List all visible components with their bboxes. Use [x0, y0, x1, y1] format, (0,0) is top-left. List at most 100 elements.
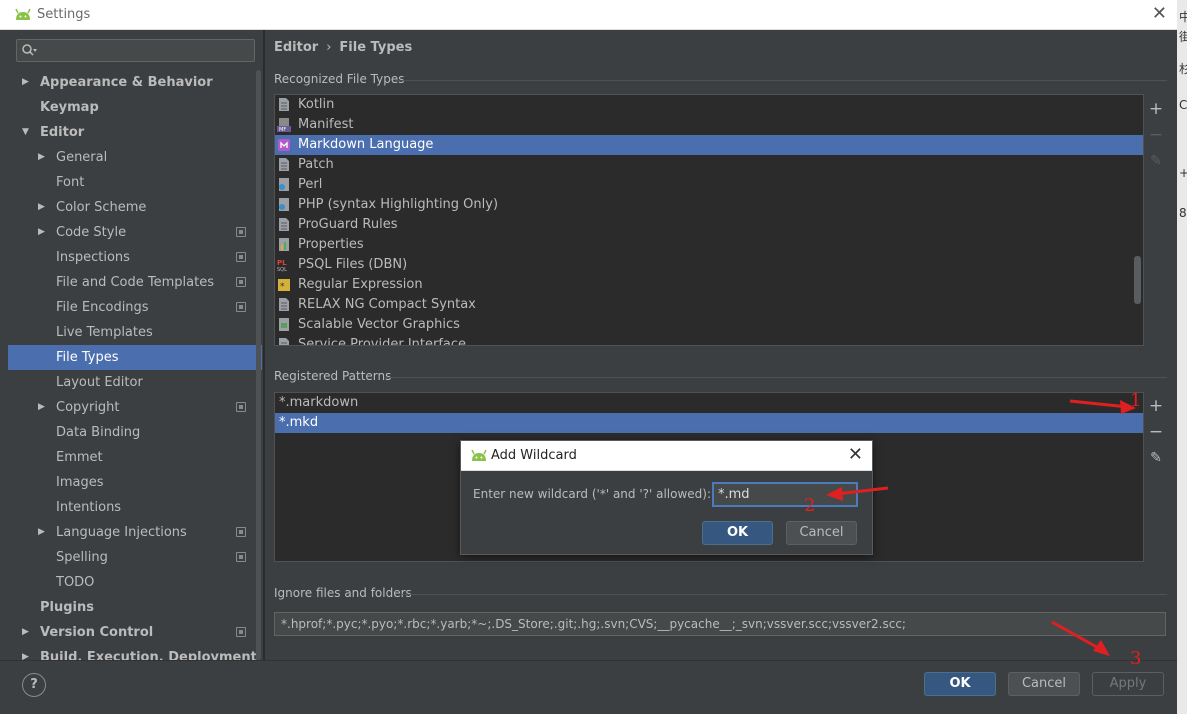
- sidebar-item-file-encodings[interactable]: File Encodings: [8, 295, 262, 320]
- file-type-row[interactable]: RELAX NG Compact Syntax: [275, 295, 1143, 315]
- sidebar-item-layout-editor[interactable]: Layout Editor: [8, 370, 262, 395]
- annotation-label-3: 3: [1130, 648, 1142, 669]
- sidebar-item-language-injections[interactable]: ▶ Language Injections: [8, 520, 262, 545]
- sidebar-item-editor[interactable]: ▼ Editor: [8, 120, 262, 145]
- cancel-button[interactable]: Cancel: [1008, 672, 1080, 696]
- recognized-file-types-list[interactable]: Kotlin MF Manifest Markdown Language Patch Pe…: [274, 94, 1144, 346]
- dialog-title: Add Wildcard: [491, 448, 577, 463]
- file-type-row[interactable]: Service Provider Interface: [275, 335, 1143, 345]
- add-pattern-button[interactable]: +: [1145, 395, 1167, 417]
- file-type-label: Perl: [298, 177, 323, 192]
- breadcrumb-current: File Types: [339, 40, 413, 55]
- dialog-close-icon[interactable]: ✕: [848, 445, 863, 465]
- wildcard-prompt-label: Enter new wildcard ('*' and '?' allowed)…: [473, 487, 712, 501]
- project-scope-icon: [236, 527, 246, 537]
- sidebar-item-build-execution-deployment[interactable]: ▶ Build, Execution, Deployment: [8, 645, 262, 660]
- sidebar-item-inspections[interactable]: Inspections: [8, 245, 262, 270]
- sidebar-item-label: Editor: [40, 125, 85, 140]
- chevron-right-icon[interactable]: ▶: [22, 620, 29, 645]
- sidebar-item-label: Emmet: [56, 450, 103, 465]
- chevron-right-icon[interactable]: ▶: [22, 645, 29, 660]
- pattern-row[interactable]: *.markdown: [275, 393, 1143, 413]
- annotation-label-2: 2: [804, 495, 816, 516]
- remove-file-type-button[interactable]: −: [1145, 124, 1167, 146]
- edit-pattern-button[interactable]: ✎: [1145, 447, 1167, 469]
- file-type-label: Manifest: [298, 117, 354, 132]
- sidebar-scrollbar[interactable]: [256, 70, 261, 660]
- sidebar-item-keymap[interactable]: Keymap: [8, 95, 262, 120]
- file-type-row[interactable]: PHP (syntax Highlighting Only): [275, 195, 1143, 215]
- sidebar-item-version-control[interactable]: ▶ Version Control: [8, 620, 262, 645]
- chevron-right-icon[interactable]: ▶: [38, 520, 45, 545]
- dialog-ok-button[interactable]: OK: [702, 521, 773, 545]
- background-char: 中: [1179, 10, 1187, 24]
- sidebar-item-font[interactable]: Font: [8, 170, 262, 195]
- chevron-right-icon[interactable]: ▶: [22, 70, 29, 95]
- dialog-cancel-button[interactable]: Cancel: [786, 521, 857, 545]
- recognized-list-scrollbar[interactable]: [1134, 256, 1141, 304]
- ok-button[interactable]: OK: [924, 672, 996, 696]
- wildcard-input[interactable]: *.md: [712, 482, 858, 507]
- file-type-row[interactable]: Properties: [275, 235, 1143, 255]
- file-type-row[interactable]: Patch: [275, 155, 1143, 175]
- file-type-label: PSQL Files (DBN): [298, 257, 408, 272]
- background-char: 街: [1179, 30, 1187, 44]
- file-type-row[interactable]: Markdown Language: [275, 135, 1143, 155]
- sidebar-item-spelling[interactable]: Spelling: [8, 545, 262, 570]
- properties-icon: [279, 238, 289, 251]
- sidebar-item-data-binding[interactable]: Data Binding: [8, 420, 262, 445]
- chevron-right-icon[interactable]: ▶: [38, 145, 45, 170]
- sidebar-item-file-and-code-templates[interactable]: File and Code Templates: [8, 270, 262, 295]
- sidebar-item-intentions[interactable]: Intentions: [8, 495, 262, 520]
- perl-icon: [279, 198, 289, 211]
- file-type-row[interactable]: Perl: [275, 175, 1143, 195]
- file-icon: [279, 298, 289, 311]
- apply-button[interactable]: Apply: [1092, 672, 1164, 696]
- sidebar-item-live-templates[interactable]: Live Templates: [8, 320, 262, 345]
- window-close-icon[interactable]: ✕: [1152, 4, 1167, 24]
- help-button[interactable]: ?: [22, 673, 46, 697]
- sidebar-item-general[interactable]: ▶ General: [8, 145, 262, 170]
- chevron-right-icon[interactable]: ▶: [38, 395, 45, 420]
- sidebar-item-label: Plugins: [40, 600, 94, 615]
- sidebar-item-color-scheme[interactable]: ▶ Color Scheme: [8, 195, 262, 220]
- sidebar-item-plugins[interactable]: Plugins: [8, 595, 262, 620]
- file-type-row[interactable]: MF Manifest: [275, 115, 1143, 135]
- file-type-row[interactable]: Kotlin: [275, 95, 1143, 115]
- sidebar-item-code-style[interactable]: ▶ Code Style: [8, 220, 262, 245]
- background-char: +: [1179, 166, 1187, 180]
- sidebar-item-copyright[interactable]: ▶ Copyright: [8, 395, 262, 420]
- ignore-files-input[interactable]: *.hprof;*.pyc;*.pyo;*.rbc;*.yarb;*~;.DS_…: [274, 612, 1166, 636]
- remove-pattern-button[interactable]: −: [1145, 421, 1167, 443]
- project-scope-icon: [236, 277, 246, 287]
- dialog-button-bar: ? OK Cancel Apply: [0, 660, 1177, 714]
- chevron-right-icon[interactable]: ▶: [38, 220, 45, 245]
- background-window-strip: 中 街 杉 C + 8: [1177, 0, 1187, 714]
- manifest-icon: MF: [277, 118, 291, 132]
- sidebar-item-todo[interactable]: TODO: [8, 570, 262, 595]
- sidebar-item-emmet[interactable]: Emmet: [8, 445, 262, 470]
- file-type-label: PHP (syntax Highlighting Only): [298, 197, 499, 212]
- file-type-row[interactable]: * Regular Expression: [275, 275, 1143, 295]
- sidebar-item-label: Images: [56, 475, 104, 490]
- file-type-row[interactable]: ProGuard Rules: [275, 215, 1143, 235]
- breadcrumb-parent[interactable]: Editor: [274, 40, 318, 55]
- sidebar-item-appearance-behavior[interactable]: ▶ Appearance & Behavior: [8, 70, 262, 95]
- sidebar-item-images[interactable]: Images: [8, 470, 262, 495]
- sidebar-item-file-types[interactable]: File Types: [8, 345, 262, 370]
- project-scope-icon: [236, 302, 246, 312]
- search-input[interactable]: [16, 39, 255, 62]
- file-icon: [279, 218, 289, 231]
- chevron-right-icon[interactable]: ▶: [38, 195, 45, 220]
- sidebar-item-label: Data Binding: [56, 425, 141, 440]
- annotation-label-1: 1: [1130, 390, 1142, 411]
- file-type-row[interactable]: PL SQL PSQL Files (DBN): [275, 255, 1143, 275]
- chevron-down-icon[interactable]: ▼: [22, 120, 29, 145]
- add-file-type-button[interactable]: +: [1145, 98, 1167, 120]
- recognized-file-types-title: Recognized File Types: [274, 72, 405, 86]
- pattern-row[interactable]: *.mkd: [275, 413, 1143, 433]
- perl-icon: [279, 178, 289, 191]
- edit-file-type-button[interactable]: ✎: [1145, 150, 1167, 172]
- file-type-row[interactable]: Scalable Vector Graphics: [275, 315, 1143, 335]
- sidebar-item-label: File and Code Templates: [56, 275, 214, 290]
